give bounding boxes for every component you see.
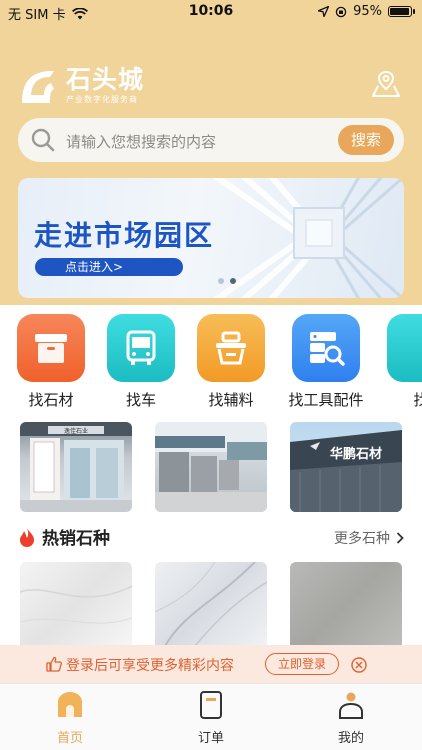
bottom-tab-bar: 首页 订单 我的 [0,683,422,750]
tab-label: 我的 [337,731,364,746]
category-row: 找石材 找车 找辅料 找工具配件 找 [0,314,422,414]
logo-subtitle: 产业数字化服务商 [66,95,138,104]
app-logo: 石头城 产业数字化服务商 [18,66,144,105]
location-arrow-icon [318,6,330,17]
stone-card[interactable] [20,562,132,646]
search-input[interactable]: 请输入您想搜索的内容 [66,131,216,152]
search-bar[interactable]: 请输入您想搜索的内容 搜索 [18,118,404,162]
warehouse-photo-image [155,422,267,512]
orientation-lock-icon [335,6,347,17]
status-bar: 无 SIM 卡 10:06 95% [0,0,422,26]
category-more[interactable]: 找 [376,314,422,410]
stone-texture [20,585,132,624]
box-icon [17,314,85,382]
login-prompt-bar: 登录后可享受更多精彩内容 立即登录 [0,645,422,683]
hot-stones-header: 热销石种 [18,524,110,549]
logo-title: 石头城 [66,65,145,94]
stone-card[interactable] [290,562,402,646]
shop-sign-text: 逸佳石业 [64,427,88,435]
tab-label: 订单 [197,731,224,746]
tab-orders[interactable]: 订单 [171,690,251,746]
building-photo-image: 华鹏石材 [290,430,402,512]
category-label: 找车 [125,391,156,409]
basket-icon [197,314,265,382]
bus-icon [107,314,175,382]
tool-search-icon [292,314,360,382]
building-photo[interactable]: 华鹏石材 [290,422,402,512]
login-now-button[interactable]: 立即登录 [265,653,339,675]
promo-banner[interactable]: 走进市场园区 点击进入> [18,178,404,298]
market-photo-row: 逸佳石业 华鹏石材 [0,422,422,514]
logo-text: 石头城 产业数字化服务商 [66,66,144,105]
category-tools[interactable]: 找工具配件 [281,314,371,410]
battery-icon [388,6,415,17]
chevron-right-icon [396,532,404,544]
map-pin-icon[interactable] [370,68,402,100]
flame-icon [20,526,34,547]
profile-icon [339,692,363,719]
thumbs-up-icon [46,656,62,672]
category-label: 找工具配件 [288,391,364,409]
search-button[interactable]: 搜索 [338,125,394,155]
stone-list [0,562,422,646]
building-sign-text: 华鹏石材 [330,446,382,462]
partial-icon [387,314,422,382]
warehouse-photo[interactable] [155,422,267,512]
header-area: 无 SIM 卡 10:06 95% 石头城 产业数字化服务商 请输入您想搜索的内… [0,0,422,305]
logo-mark-icon [22,70,54,103]
stone-card[interactable] [155,562,267,646]
stone-texture [155,562,267,646]
status-right: 95% [318,4,415,19]
order-icon [200,691,222,719]
category-label: 找石材 [28,391,74,409]
close-icon[interactable] [351,657,367,673]
hot-stones-title: 热销石种 [42,529,110,549]
banner-title: 走进市场园区 [34,219,215,252]
category-truck[interactable]: 找车 [96,314,186,410]
category-accessory[interactable]: 找辅料 [186,314,276,410]
category-stone[interactable]: 找石材 [6,314,96,410]
pagination-dot-active[interactable] [230,278,236,284]
battery-level [390,8,409,15]
pagination-dot[interactable] [218,278,224,284]
login-prompt-text: 登录后可享受更多精彩内容 [66,658,234,674]
more-stones-label: 更多石种 [334,531,390,547]
category-label: 找辅料 [208,391,254,409]
more-stones-link[interactable]: 更多石种 [334,528,404,548]
tab-profile[interactable]: 我的 [311,690,391,746]
battery-percent: 95% [353,4,382,19]
banner-enter-button[interactable]: 点击进入> [35,258,183,276]
banner-pagination [218,278,236,284]
shop-photo-image: 逸佳石业 [20,422,132,512]
tab-label: 首页 [56,731,83,746]
tab-home[interactable]: 首页 [30,690,110,746]
search-icon [31,128,55,152]
home-icon [58,692,82,717]
category-label: 找 [413,391,422,409]
shop-photo[interactable]: 逸佳石业 [20,422,132,512]
